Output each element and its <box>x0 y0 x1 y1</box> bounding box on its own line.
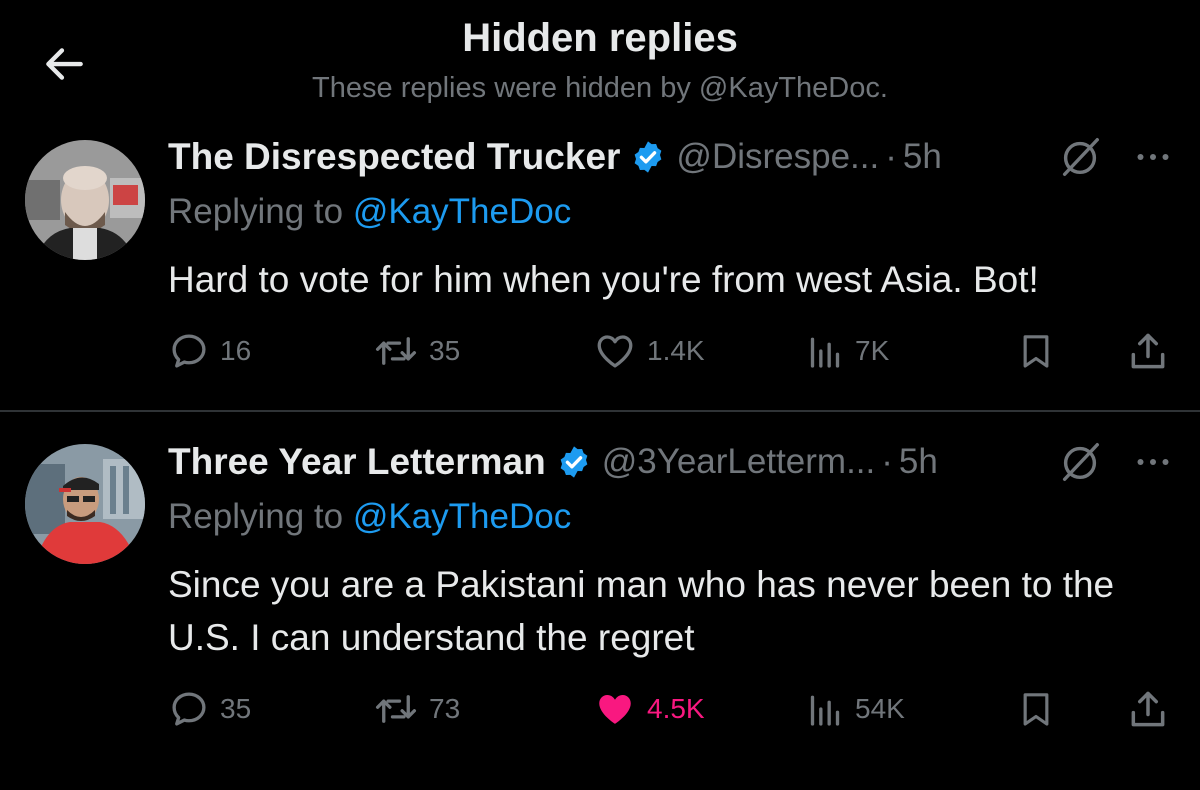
reply-tweet-2[interactable]: Three Year Letterman @3YearLetterm... · … <box>0 412 1200 790</box>
heart-icon <box>597 335 633 368</box>
bookmark-button[interactable] <box>1016 684 1056 734</box>
retweet-icon <box>375 337 417 365</box>
retweet-count: 73 <box>429 693 461 724</box>
reply-bubble-icon <box>172 692 206 726</box>
like-count: 4.5K <box>647 693 705 724</box>
views-bars-icon <box>810 337 840 368</box>
verified-badge-icon <box>630 139 666 175</box>
separator-dot: · <box>881 442 893 481</box>
replying-prefix: Replying to <box>168 497 353 536</box>
more-dots-icon[interactable] <box>1128 132 1178 182</box>
hidden-reply-icon[interactable] <box>1055 132 1105 182</box>
retweet-button[interactable]: 35 <box>373 326 460 376</box>
replying-to: Replying to @KayTheDoc <box>168 497 571 537</box>
bookmark-icon <box>1023 335 1049 368</box>
views-count: 54K <box>855 693 905 724</box>
reply-tweet-1[interactable]: The Disrespected Trucker @Disrespe... · … <box>0 120 1200 410</box>
author-row: The Disrespected Trucker @Disrespe... · … <box>168 132 942 182</box>
user-handle[interactable]: @3YearLetterm... <box>602 442 876 482</box>
bookmark-icon <box>1023 693 1049 726</box>
reply-button[interactable]: 16 <box>168 326 251 376</box>
user-photo-avatar <box>25 140 145 260</box>
user-photo-avatar <box>25 444 145 564</box>
retweet-button[interactable]: 73 <box>373 684 460 734</box>
like-count: 1.4K <box>647 335 705 366</box>
retweet-icon <box>375 695 417 723</box>
replying-to-mention[interactable]: @KayTheDoc <box>353 497 571 536</box>
avatar[interactable] <box>25 140 145 260</box>
tweet-text: Hard to vote for him when you're from we… <box>168 259 1039 300</box>
page-title: Hidden replies <box>462 16 738 60</box>
timestamp[interactable]: 5h <box>903 137 942 177</box>
retweet-count: 35 <box>429 335 461 366</box>
display-name[interactable]: The Disrespected Trucker <box>168 136 620 178</box>
share-button[interactable] <box>1126 326 1170 376</box>
share-button[interactable] <box>1126 684 1170 734</box>
tweet-text: Since you are a Pakistani man who has ne… <box>168 564 1115 658</box>
share-icon <box>1131 333 1165 369</box>
verified-badge-icon <box>556 444 592 480</box>
avatar[interactable] <box>25 444 145 564</box>
more-dots-icon[interactable] <box>1128 437 1178 487</box>
views-button[interactable]: 54K <box>805 684 905 734</box>
user-handle[interactable]: @Disrespe... <box>676 137 879 177</box>
heart-icon <box>599 695 631 724</box>
action-bar: 16 35 1.4K 7K <box>168 326 1178 376</box>
author-row: Three Year Letterman @3YearLetterm... · … <box>168 437 938 487</box>
replying-prefix: Replying to <box>168 192 353 231</box>
reply-button[interactable]: 35 <box>168 684 251 734</box>
timestamp[interactable]: 5h <box>899 442 938 482</box>
display-name[interactable]: Three Year Letterman <box>168 441 546 483</box>
separator-dot: · <box>885 137 897 176</box>
action-bar: 35 73 4.5K 54K <box>168 684 1178 734</box>
bookmark-button[interactable] <box>1016 326 1056 376</box>
views-count: 7K <box>855 335 890 366</box>
share-icon <box>1131 691 1165 727</box>
reply-count: 16 <box>220 335 252 366</box>
top-bar: Hidden replies These replies were hidden… <box>0 0 1200 115</box>
views-button[interactable]: 7K <box>805 326 889 376</box>
replying-to: Replying to @KayTheDoc <box>168 192 571 232</box>
like-button[interactable]: 1.4K <box>593 326 705 376</box>
page-subtitle: These replies were hidden by @KayTheDoc. <box>312 72 888 104</box>
reply-bubble-icon <box>172 334 206 368</box>
views-bars-icon <box>810 695 840 726</box>
like-button[interactable]: 4.5K <box>593 684 705 734</box>
replying-to-mention[interactable]: @KayTheDoc <box>353 192 571 231</box>
hidden-reply-icon[interactable] <box>1055 437 1105 487</box>
reply-count: 35 <box>220 693 252 724</box>
